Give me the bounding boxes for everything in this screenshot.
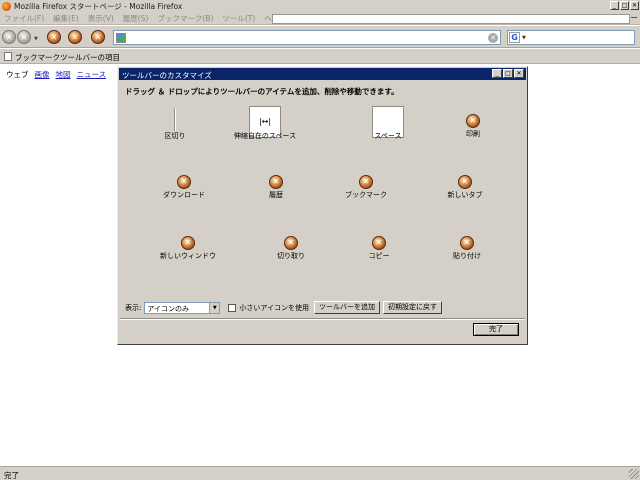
print-icon [466,114,480,128]
dialog-instruction: ドラッグ ＆ ドロップによりツールバーのアイテムを追加、削除や移動できます。 [125,87,399,96]
add-toolbar-button[interactable]: ツールバーを追加 [314,301,381,314]
dialog-close-button[interactable]: ✕ [514,69,524,78]
maximize-button[interactable]: □ [620,1,629,10]
url-clear-icon[interactable]: ✕ [488,33,498,43]
link-news[interactable]: ニュース [77,69,107,80]
dialog-title: ツールバーのカスタマイズ [122,71,212,80]
dialog-window-controls: _ □ ✕ [492,69,524,78]
dialog-options-row: 表示: アイコンのみ ▼ 小さいアイコンを使用 ツールバーを追加 初期設定に戻す [125,301,445,314]
palette-item-label: 切り取り [277,252,305,260]
palette-item-label: 区切り [164,132,186,140]
status-text: 完了 [4,471,19,480]
dialog-title-bar[interactable]: ツールバーのカスタマイズ _ □ ✕ [119,68,526,80]
menu-bar: ファイル(F) 編集(E) 表示(V) 履歴(S) ブックマーク(B) ツール(… [0,12,640,25]
chevron-down-icon[interactable]: ▼ [209,302,220,313]
paste-icon [460,236,474,250]
bookmarks-icon [359,175,373,189]
restore-defaults-button[interactable]: 初期設定に戻す [383,301,443,314]
small-icons-label[interactable]: 小さいアイコンを使用 [239,303,309,313]
done-button[interactable]: 完了 [473,323,519,336]
bookmarks-toolbar: ブックマークツールバーの項目 [0,49,640,64]
forward-button[interactable] [17,30,31,44]
link-web[interactable]: ウェブ [6,69,29,80]
dialog-minimize-button[interactable]: _ [492,69,502,78]
downloads-icon [177,175,191,189]
minimize-button[interactable]: _ [610,1,619,10]
palette-item-label: 貼り付け [453,252,481,260]
palette-item-label: ブックマーク [345,191,387,199]
palette-item-label: 新しいタブ [447,191,483,199]
engine-dropdown-icon[interactable]: ▼ [522,35,526,41]
url-input[interactable]: ✕ [113,30,501,45]
content-nav: ウェブ 画像 地図 ニュース [6,69,106,80]
back-button[interactable] [2,30,16,44]
menubar-empty-slot [272,14,630,24]
link-images[interactable]: 画像 [35,69,50,80]
copy-icon [372,236,386,250]
site-icon [116,33,126,43]
menu-view[interactable]: 表示(V) [88,13,114,24]
menu-tools[interactable]: ツール(T) [222,13,255,24]
palette-item-label: 履歴 [269,191,283,199]
bookmarks-toolbar-items[interactable]: ブックマークツールバーの項目 [15,52,120,63]
menu-file[interactable]: ファイル(F) [4,13,44,24]
new-window-icon [181,236,195,250]
separator-icon [174,109,176,131]
reload-placeholder-icon[interactable] [47,30,61,44]
menu-edit[interactable]: 編集(E) [53,13,79,24]
palette-item-label: 新しいウィンドウ [160,252,216,260]
window-controls: _ □ ✕ [610,1,639,10]
menu-bookmarks[interactable]: ブックマーク(B) [157,13,213,24]
firefox-icon [2,1,11,11]
palette-item-label: 伸縮自在のスペース [233,132,297,140]
show-mode-value: アイコンのみ [147,304,190,313]
palette-item-label: ダウンロード [163,191,205,199]
customize-toolbar-dialog: ツールバーのカスタマイズ _ □ ✕ ドラッグ ＆ ドロップによりツールバーのア… [117,66,528,345]
resize-grip-icon[interactable] [629,469,639,479]
close-button[interactable]: ✕ [630,1,639,10]
dialog-maximize-button[interactable]: □ [503,69,513,78]
menu-history[interactable]: 履歴(S) [123,13,149,24]
show-mode-select[interactable]: アイコンのみ ▼ [144,301,221,314]
stop-placeholder-icon[interactable] [68,30,82,44]
small-icons-checkbox[interactable] [228,303,237,312]
new-tab-icon [458,175,472,189]
home-placeholder-icon[interactable] [91,30,105,44]
palette-item-label: 印刷 [466,130,480,138]
history-icon [269,175,283,189]
bookmark-page-icon [4,52,12,61]
link-maps[interactable]: 地図 [56,69,71,80]
window-title: Mozilla Firefox スタートページ - Mozilla Firefo… [14,1,183,11]
status-bar: 完了 [0,466,640,480]
palette-item-label: スペース [374,132,402,140]
cut-icon [284,236,298,250]
menubar-grip [631,17,637,18]
dialog-divider [120,318,525,320]
show-label: 表示: [125,303,142,312]
navigation-toolbar: ▼ ✕ G ▼ [0,26,640,48]
palette-item-label: コピー [368,252,390,260]
search-input[interactable]: G ▼ [507,30,635,45]
title-bar: Mozilla Firefox スタートページ - Mozilla Firefo… [0,0,640,12]
history-dropdown-icon[interactable]: ▼ [34,36,38,42]
google-icon[interactable]: G [509,32,520,43]
